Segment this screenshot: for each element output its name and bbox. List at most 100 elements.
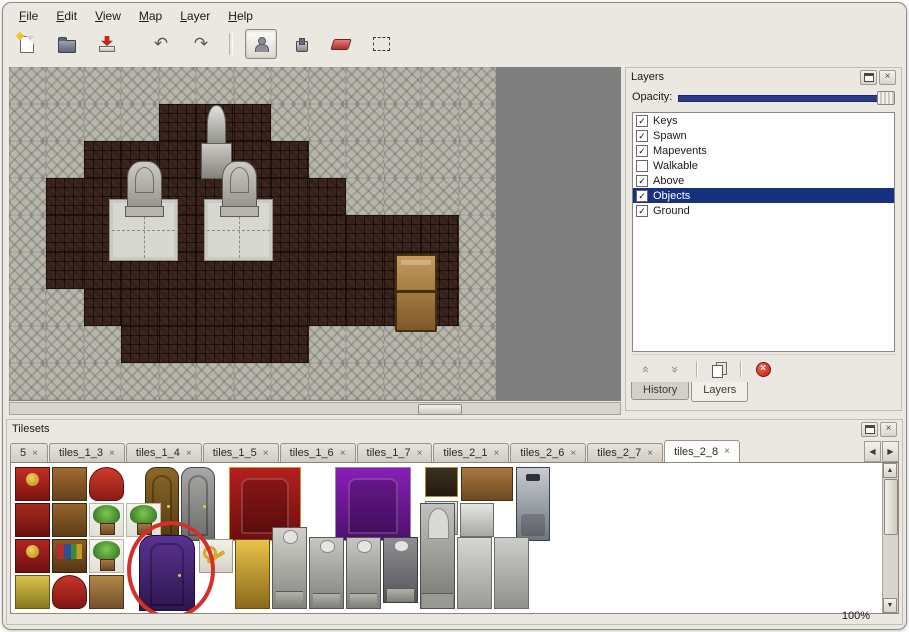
float-panel-button[interactable] (860, 70, 877, 85)
tab-close-icon[interactable]: × (32, 448, 38, 459)
map-canvas[interactable] (9, 67, 621, 401)
tileset-tile[interactable] (494, 537, 529, 609)
tileset-tile-key[interactable] (199, 539, 233, 573)
tileset-tab-tiles_1_6[interactable]: tiles_1_6× (280, 443, 356, 462)
layer-checkbox[interactable]: ✓ (636, 190, 648, 202)
layer-checkbox[interactable]: ✓ (636, 115, 648, 127)
tab-close-icon[interactable]: × (647, 448, 653, 459)
tileset-tile-plant[interactable] (89, 539, 124, 573)
scroll-down-button[interactable]: ▼ (883, 598, 897, 613)
save-file-button[interactable] (91, 29, 123, 59)
tab-close-icon[interactable]: × (109, 448, 115, 459)
tileset-vertical-scrollbar[interactable]: ▲ ▼ (882, 463, 898, 613)
menu-layer[interactable]: Layer (172, 8, 218, 26)
select-tool-button[interactable] (365, 29, 397, 59)
tileset-view[interactable]: ▲ ▼ (10, 462, 899, 614)
redo-button[interactable]: ↷ (185, 29, 217, 59)
layer-checkbox[interactable]: ✓ (636, 130, 648, 142)
layer-checkbox[interactable]: ✓ (636, 145, 648, 157)
layer-row-keys[interactable]: ✓Keys (633, 113, 894, 128)
tab-layers[interactable]: Layers (691, 382, 748, 402)
eraser-tool-button[interactable] (325, 29, 357, 59)
layer-row-spawn[interactable]: ✓Spawn (633, 128, 894, 143)
new-file-button[interactable] (11, 29, 43, 59)
tileset-tile[interactable] (89, 575, 124, 609)
tileset-tile-door[interactable] (181, 467, 215, 541)
tileset-tile[interactable] (52, 467, 87, 501)
tab-close-icon[interactable]: × (417, 448, 423, 459)
tileset-tile[interactable] (89, 467, 124, 501)
tileset-tab-tiles_2_8[interactable]: tiles_2_8× (664, 440, 740, 462)
tileset-tile-throne[interactable] (335, 467, 411, 541)
tab-close-icon[interactable]: × (186, 448, 192, 459)
tileset-tile-books[interactable] (52, 539, 87, 573)
tileset-tile[interactable] (52, 503, 87, 537)
layer-row-walkable[interactable]: Walkable (633, 158, 894, 173)
layer-checkbox[interactable]: ✓ (636, 205, 648, 217)
tab-history[interactable]: History (631, 382, 689, 400)
duplicate-layer-button[interactable] (706, 359, 732, 379)
menu-edit[interactable]: Edit (48, 8, 85, 26)
tileset-tile[interactable] (15, 503, 50, 537)
map-object-cabinet[interactable] (395, 254, 437, 332)
tab-close-icon[interactable]: × (263, 448, 269, 459)
tileset-tile-armor[interactable] (516, 467, 550, 541)
tileset-tab-tiles_1_4[interactable]: tiles_1_4× (126, 443, 202, 462)
layer-row-mapevents[interactable]: ✓Mapevents (633, 143, 894, 158)
tileset-tile[interactable] (52, 575, 87, 609)
tab-close-icon[interactable]: × (493, 448, 499, 459)
open-file-button[interactable] (51, 29, 83, 59)
scroll-up-button[interactable]: ▲ (883, 463, 897, 478)
opacity-slider-handle[interactable] (877, 91, 895, 105)
tileset-tile-door[interactable] (139, 535, 195, 611)
tileset-tile-statue[interactable] (346, 537, 381, 609)
tileset-tab-tiles_2_6[interactable]: tiles_2_6× (510, 443, 586, 462)
tileset-tab-tiles_1_3[interactable]: tiles_1_3× (49, 443, 125, 462)
tab-close-icon[interactable]: × (340, 448, 346, 459)
delete-layer-button[interactable]: × (750, 359, 776, 379)
tileset-tile-banner[interactable] (15, 539, 50, 573)
scrollbar-thumb[interactable] (418, 404, 462, 415)
tileset-tile[interactable] (235, 539, 270, 609)
tab-close-icon[interactable]: × (724, 446, 730, 457)
tileset-tile[interactable] (457, 537, 492, 609)
tileset-tile[interactable] (460, 503, 494, 537)
fill-tool-button[interactable] (285, 29, 317, 59)
move-layer-up-button[interactable]: « (632, 359, 658, 379)
tileset-tile-statue[interactable] (383, 537, 418, 603)
layer-row-objects[interactable]: ✓Objects (633, 188, 894, 203)
opacity-slider[interactable] (678, 90, 895, 104)
tileset-tab-tiles_2_1[interactable]: tiles_2_1× (433, 443, 509, 462)
tileset-tile-statue[interactable] (272, 527, 307, 609)
map-object-monument[interactable] (222, 161, 257, 215)
close-panel-button[interactable]: × (880, 422, 897, 437)
scroll-tabs-left-button[interactable]: ◀ (864, 441, 881, 462)
tab-close-icon[interactable]: × (570, 448, 576, 459)
stamp-tool-button[interactable] (245, 29, 277, 59)
tileset-tab-5[interactable]: 5× (10, 443, 48, 462)
tileset-tile-monument[interactable] (420, 503, 455, 609)
layer-checkbox[interactable]: ✓ (636, 175, 648, 187)
layer-row-ground[interactable]: ✓Ground (633, 203, 894, 218)
float-panel-button[interactable] (861, 422, 878, 437)
scrollbar-thumb[interactable] (884, 479, 898, 535)
tileset-tile[interactable] (15, 575, 50, 609)
tileset-tab-tiles_1_7[interactable]: tiles_1_7× (357, 443, 433, 462)
tileset-tile-banner[interactable] (15, 467, 50, 501)
layer-checkbox[interactable] (636, 160, 648, 172)
close-panel-button[interactable]: × (879, 70, 896, 85)
map-object-monument[interactable] (127, 161, 162, 215)
menu-file[interactable]: File (11, 8, 46, 26)
tileset-tile[interactable] (425, 467, 458, 497)
move-layer-down-button[interactable]: « (662, 359, 688, 379)
undo-button[interactable]: ↶ (145, 29, 177, 59)
menu-map[interactable]: Map (131, 8, 170, 26)
scroll-tabs-right-button[interactable]: ▶ (882, 441, 899, 462)
tileset-tile-statue[interactable] (309, 537, 344, 609)
tileset-tab-tiles_1_5[interactable]: tiles_1_5× (203, 443, 279, 462)
tileset-tile[interactable] (461, 467, 513, 501)
tileset-tab-tiles_2_7[interactable]: tiles_2_7× (587, 443, 663, 462)
layer-row-above[interactable]: ✓Above (633, 173, 894, 188)
tileset-tile-plant[interactable] (89, 503, 124, 537)
menu-view[interactable]: View (87, 8, 129, 26)
